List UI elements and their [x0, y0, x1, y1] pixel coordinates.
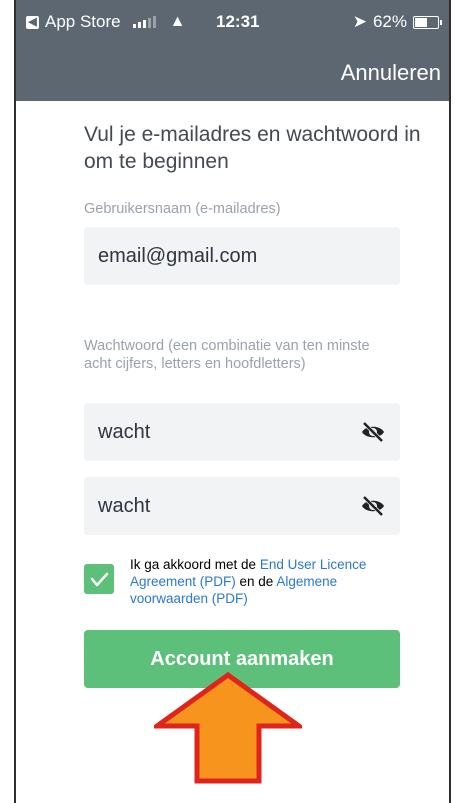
agreement-text: Ik ga akkoord met de End User Licence Ag…: [130, 556, 400, 607]
confirm-password-value: wacht: [98, 494, 151, 517]
agreement-prefix: Ik ga akkoord met de: [130, 557, 260, 572]
toggle-visibility-icon[interactable]: [360, 494, 386, 518]
wifi-icon: ▲: [169, 13, 186, 30]
back-to-app[interactable]: ◀ App Store ▲: [26, 12, 185, 32]
battery-percentage: 62%: [372, 12, 407, 31]
status-bar: ◀ App Store ▲ 12:31 ➤ 62%: [16, 0, 449, 40]
agreement-middle: en de: [235, 574, 277, 589]
toggle-visibility-icon[interactable]: [360, 420, 386, 444]
agreement-checkbox[interactable]: [84, 564, 114, 594]
phone-screen: ◀ App Store ▲ 12:31 ➤ 62% Annuleren Vul …: [14, 0, 451, 803]
back-arrow-icon: ◀: [26, 15, 39, 29]
cellular-signal-icon: [132, 16, 156, 28]
clock: 12:31: [216, 12, 260, 31]
intro-text: Vul je e-mailadres en wachtwoord in om t…: [84, 123, 421, 173]
checkmark-icon: [90, 572, 109, 587]
back-app-label: App Store: [45, 12, 121, 31]
username-field[interactable]: email@gmail.com: [84, 227, 400, 285]
username-value: email@gmail.com: [98, 244, 258, 267]
status-right: ➤ 62%: [352, 12, 442, 32]
confirm-password-field[interactable]: wacht: [84, 477, 400, 535]
password-value: wacht: [98, 420, 151, 443]
username-label: Gebruikersnaam (e-mailadres): [84, 201, 281, 217]
battery-icon: [413, 15, 442, 29]
agreement-row: Ik ga akkoord met de End User Licence Ag…: [84, 556, 404, 616]
password-field[interactable]: wacht: [84, 403, 400, 461]
navigation-header: ◀ App Store ▲ 12:31 ➤ 62% Annuleren: [16, 0, 449, 101]
cancel-button[interactable]: Annuleren: [341, 60, 441, 86]
location-icon: ➤: [352, 12, 367, 31]
annotation-up-arrow-icon: [154, 672, 302, 784]
password-label: Wachtwoord (een combinatie van ten minst…: [84, 338, 370, 372]
